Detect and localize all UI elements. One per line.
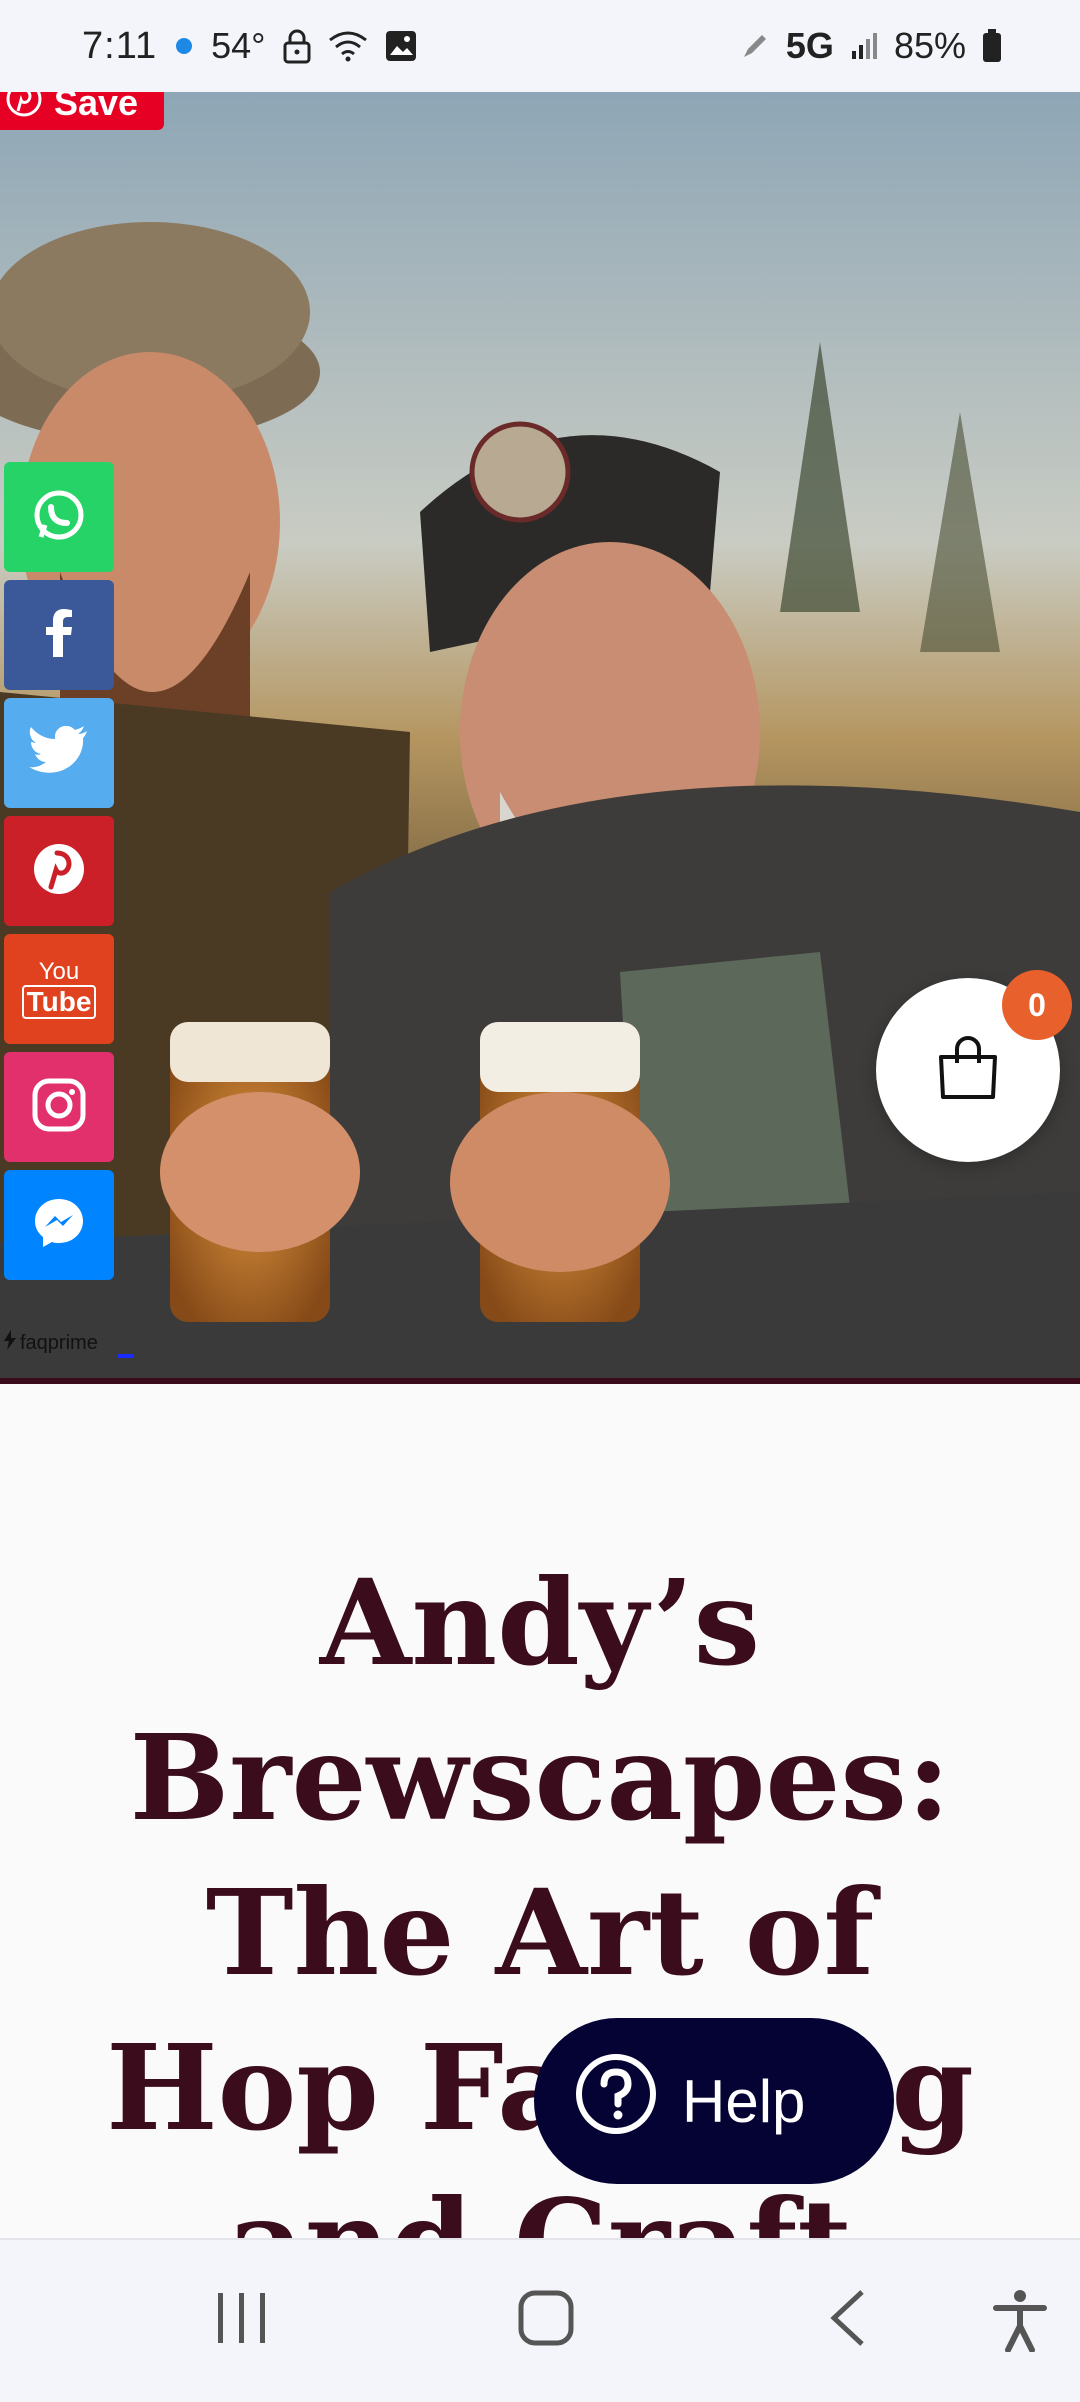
faqprime-underline [118, 1354, 134, 1358]
help-button[interactable]: Help [534, 2018, 894, 2184]
instagram-icon [30, 1076, 88, 1139]
hero-illustration [0, 92, 1080, 1382]
pinterest-icon [29, 839, 89, 904]
help-label: Help [682, 2067, 806, 2135]
facebook-icon [29, 603, 89, 668]
facebook-share-button[interactable] [4, 580, 114, 690]
bolt-icon [4, 1330, 16, 1356]
title-line: Brewscapes: [129, 1708, 951, 1847]
battery-icon [982, 29, 1002, 63]
question-icon [574, 2052, 658, 2150]
faqprime-credit[interactable]: faqprime [4, 1330, 98, 1356]
status-temperature: 54° [211, 25, 266, 66]
recent-apps-icon [218, 2293, 265, 2343]
pinterest-share-button[interactable] [4, 816, 114, 926]
recent-apps-button[interactable] [214, 2288, 270, 2348]
twitter-share-button[interactable] [4, 698, 114, 808]
twitter-icon [27, 723, 91, 784]
whatsapp-share-button[interactable] [4, 462, 114, 572]
status-battery-text: 85% [893, 25, 966, 66]
status-bar: 7:11 54° 5G 85% [0, 0, 1080, 92]
back-icon [830, 2290, 864, 2346]
instagram-share-button[interactable] [4, 1052, 114, 1162]
cart-count-badge: 0 [1002, 970, 1072, 1040]
messenger-share-button[interactable] [4, 1170, 114, 1280]
signal-icon [850, 31, 878, 61]
back-button[interactable] [826, 2288, 870, 2348]
title-line: The Art of [205, 1863, 875, 2002]
gallery-icon [384, 29, 418, 63]
home-button[interactable] [516, 2288, 576, 2348]
social-share-sidebar: You Tube [4, 462, 114, 1280]
article-title: Andy’s Brewscapes: The Art of Hop Farmin… [0, 1545, 1080, 2320]
lock-icon [282, 28, 312, 64]
hero-image [0, 92, 1080, 1382]
faqprime-label: faqprime [20, 1331, 98, 1354]
status-time: 7:11 [82, 24, 158, 67]
hero-divider [0, 1378, 1080, 1384]
weather-icon [173, 35, 195, 57]
wifi-icon [328, 30, 368, 62]
status-network: 5G [785, 25, 834, 66]
youtube-share-button[interactable]: You Tube [4, 934, 114, 1044]
whatsapp-icon [29, 485, 89, 550]
home-icon [518, 2290, 574, 2346]
youtube-icon-text-bottom: Tube [21, 985, 97, 1019]
youtube-icon-text-top: You [38, 958, 80, 985]
messenger-icon [29, 1193, 89, 1258]
title-line: Andy’s [319, 1553, 761, 1692]
system-navigation-bar [0, 2238, 1080, 2402]
accessibility-button[interactable] [992, 2288, 1048, 2352]
accessibility-icon [993, 2290, 1047, 2352]
shopping-bag-icon [933, 1033, 1003, 1108]
pen-icon [740, 31, 770, 61]
